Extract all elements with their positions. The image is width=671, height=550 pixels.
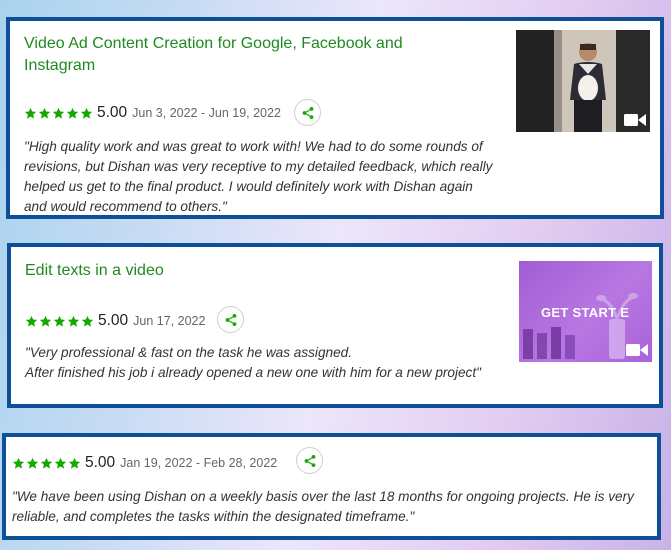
review-title-line[interactable]: Video Ad Content Creation for Google, Fa… — [24, 33, 444, 55]
share-icon — [301, 106, 315, 120]
review-card: 5.00 Jan 19, 2022 - Feb 28, 2022 "We hav… — [2, 433, 661, 540]
share-icon — [224, 313, 238, 327]
video-camera-icon — [624, 112, 646, 128]
star-icon — [38, 107, 51, 120]
star-icon — [68, 457, 81, 470]
share-button[interactable] — [217, 306, 244, 333]
star-icon — [54, 457, 67, 470]
star-rating — [24, 107, 93, 120]
rating-score: 5.00 — [97, 104, 128, 121]
rating-score: 5.00 — [98, 312, 129, 329]
star-icon — [66, 107, 79, 120]
star-icon — [24, 107, 37, 120]
star-icon — [26, 457, 39, 470]
review-text: "Very professional & fast on the task he… — [25, 345, 481, 380]
video-thumbnail[interactable]: GET START E — [519, 261, 652, 362]
star-icon — [80, 107, 93, 120]
star-icon — [12, 457, 25, 470]
review-card: Video Ad Content Creation for Google, Fa… — [6, 17, 664, 219]
review-title-line[interactable]: Instagram — [24, 55, 444, 77]
review-text: "We have been using Dishan on a weekly b… — [12, 489, 634, 524]
star-icon — [40, 457, 53, 470]
rating-score: 5.00 — [85, 454, 116, 471]
review-title[interactable]: Edit texts in a video — [25, 260, 164, 282]
star-icon — [52, 107, 65, 120]
share-icon — [303, 454, 317, 468]
review-text: "High quality work and was great to work… — [24, 139, 493, 214]
star-icon — [39, 315, 52, 328]
rating-row: 5.00 Jun 3, 2022 - Jun 19, 2022 — [24, 101, 281, 125]
review-dates: Jan 19, 2022 - Feb 28, 2022 — [120, 456, 278, 470]
review-dates: Jun 17, 2022 — [133, 314, 206, 328]
video-thumbnail[interactable] — [516, 30, 650, 132]
star-icon — [25, 315, 38, 328]
share-button[interactable] — [296, 447, 323, 474]
thumbnail-caption: GET START E — [541, 305, 630, 320]
review-title[interactable]: Video Ad Content Creation for Google, Fa… — [24, 33, 444, 77]
star-rating — [25, 315, 94, 328]
rating-row: 5.00 Jan 19, 2022 - Feb 28, 2022 — [12, 451, 277, 475]
share-button[interactable] — [294, 99, 321, 126]
star-icon — [81, 315, 94, 328]
review-card: Edit texts in a video 5.00 Jun 17, 2022 … — [7, 243, 663, 408]
rating-row: 5.00 Jun 17, 2022 — [25, 309, 205, 333]
video-camera-icon — [626, 342, 648, 358]
review-dates: Jun 3, 2022 - Jun 19, 2022 — [132, 106, 281, 120]
star-icon — [53, 315, 66, 328]
star-rating — [12, 457, 81, 470]
star-icon — [67, 315, 80, 328]
